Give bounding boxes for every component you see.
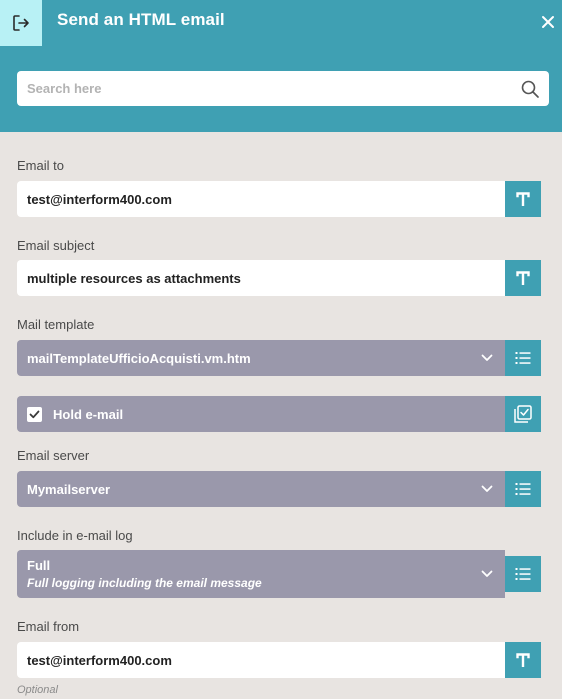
- email-subject-field: multiple resources as attachments: [17, 260, 541, 296]
- email-log-value: Full: [27, 558, 51, 573]
- email-from-field: test@interform400.com: [17, 642, 541, 678]
- checkmark-icon: [29, 410, 40, 418]
- hold-email-toggle[interactable]: Hold e-mail: [17, 396, 505, 432]
- close-button[interactable]: [537, 11, 559, 33]
- chevron-down-icon: [481, 485, 493, 492]
- text-type-icon: [516, 653, 530, 667]
- search-input[interactable]: [17, 71, 507, 106]
- email-log-list-button[interactable]: [505, 556, 541, 592]
- email-subject-type-button[interactable]: [505, 260, 541, 296]
- email-to-label: Email to: [17, 158, 64, 173]
- mail-template-value: mailTemplateUfficioAcquisti.vm.htm: [27, 350, 251, 366]
- email-from-hint: Optional: [17, 684, 58, 696]
- email-subject-label: Email subject: [17, 238, 95, 253]
- mail-template-list-button[interactable]: [505, 340, 541, 376]
- email-server-select[interactable]: Mymailserver: [17, 471, 505, 507]
- email-server-field: Mymailserver: [17, 471, 541, 507]
- dialog-header: Send an HTML email: [0, 0, 562, 132]
- search-box: [17, 71, 549, 106]
- text-type-icon: [516, 192, 530, 206]
- list-icon: [515, 483, 531, 495]
- chevron-down-icon: [481, 354, 493, 361]
- chevron-down-icon: [481, 570, 493, 577]
- email-log-description: Full logging including the email message: [27, 576, 262, 590]
- checkbox-list-icon: [514, 405, 532, 423]
- list-icon: [515, 352, 531, 364]
- email-to-field: test@interform400.com: [17, 181, 541, 217]
- exit-button[interactable]: [0, 0, 42, 46]
- email-to-type-button[interactable]: [505, 181, 541, 217]
- email-log-label: Include in e-mail log: [17, 528, 133, 543]
- email-server-value: Mymailserver: [27, 481, 111, 497]
- hold-email-checkbox[interactable]: [27, 406, 42, 422]
- dialog-title: Send an HTML email: [57, 10, 225, 29]
- mail-template-label: Mail template: [17, 317, 95, 332]
- email-from-type-button[interactable]: [505, 642, 541, 678]
- hold-email-label: Hold e-mail: [53, 406, 124, 422]
- mail-template-select[interactable]: mailTemplateUfficioAcquisti.vm.htm: [17, 340, 505, 376]
- email-to-input[interactable]: test@interform400.com: [17, 181, 505, 217]
- text-type-icon: [516, 271, 530, 285]
- email-log-field: Full Full logging including the email me…: [17, 550, 541, 598]
- list-icon: [515, 568, 531, 580]
- email-log-select[interactable]: Full Full logging including the email me…: [17, 550, 505, 598]
- email-from-label: Email from: [17, 619, 80, 634]
- email-from-input[interactable]: test@interform400.com: [17, 642, 505, 678]
- close-icon: [542, 16, 554, 28]
- hold-email-field: Hold e-mail: [17, 396, 541, 432]
- email-server-label: Email server: [17, 448, 90, 463]
- hold-email-type-button[interactable]: [505, 396, 541, 432]
- mail-template-field: mailTemplateUfficioAcquisti.vm.htm: [17, 340, 541, 376]
- email-server-list-button[interactable]: [505, 471, 541, 507]
- exit-icon: [13, 15, 29, 31]
- search-icon[interactable]: [520, 79, 540, 99]
- email-subject-input[interactable]: multiple resources as attachments: [17, 260, 505, 296]
